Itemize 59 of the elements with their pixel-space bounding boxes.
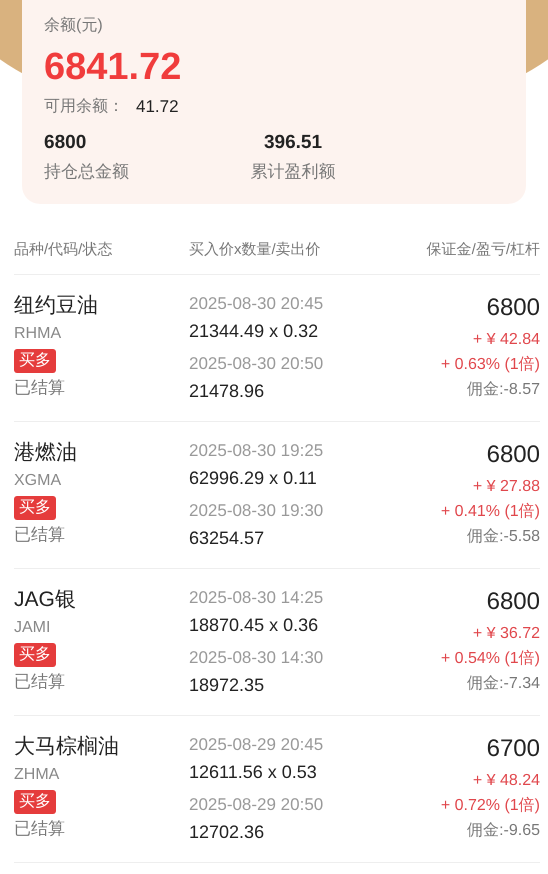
product-code: ZHMA — [14, 765, 60, 785]
order-status: 已结算 — [14, 524, 65, 546]
margin-amount: 6700 — [486, 734, 540, 764]
sell-price: 21478.96 — [189, 380, 264, 403]
buy-time: 2025-08-30 14:25 — [189, 587, 324, 609]
profit-percent: + 0.41% (1倍) — [440, 502, 540, 522]
buy-price-quantity: 62996.29 x 0.11 — [189, 467, 317, 490]
column-header: 保证金/盈亏/杠杆 — [426, 241, 540, 258]
buy-time: 2025-08-30 20:45 — [189, 293, 324, 315]
stat-label: 持仓总金额 — [44, 161, 129, 183]
order-status: 已结算 — [14, 377, 65, 399]
direction-tag: 买多 — [14, 643, 56, 667]
sell-time: 2025-08-30 19:30 — [189, 500, 324, 522]
margin-amount: 6800 — [486, 587, 540, 617]
balance-label: 余额(元) — [44, 16, 104, 36]
buy-time: 2025-08-29 20:45 — [189, 734, 324, 756]
stat-value: 6800 — [44, 131, 86, 155]
margin-amount: 6800 — [486, 293, 540, 323]
column-header: 买入价x数量/卖出价 — [189, 241, 321, 258]
available-label: 可用余额： — [44, 96, 124, 117]
product-name: 大马棕榈油 — [14, 734, 119, 760]
profit-percent: + 0.72% (1倍) — [440, 796, 540, 816]
balance-amount: 6841.72 — [44, 45, 182, 90]
direction-tag: 买多 — [14, 790, 56, 814]
product-code: RHMA — [14, 324, 62, 344]
sell-time: 2025-08-30 20:50 — [189, 353, 324, 375]
buy-price-quantity: 21344.49 x 0.32 — [189, 320, 318, 343]
commission: 佣金:-5.58 — [467, 527, 540, 547]
product-name: 纽约豆油 — [14, 293, 98, 319]
margin-amount: 6800 — [486, 440, 540, 470]
product-name: 港燃油 — [14, 440, 77, 466]
product-code: XGMA — [14, 471, 62, 491]
commission: 佣金:-7.34 — [467, 674, 540, 694]
product-name: JAG银 — [14, 587, 76, 613]
profit-amount: + ¥ 36.72 — [472, 624, 540, 644]
product-code: JAMI — [14, 618, 50, 638]
sell-price: 63254.57 — [189, 527, 264, 550]
sell-time: 2025-08-29 20:50 — [189, 794, 324, 816]
profit-amount: + ¥ 27.88 — [472, 477, 540, 497]
commission: 佣金:-9.65 — [467, 821, 540, 841]
sell-price: 18972.35 — [189, 674, 264, 697]
sell-time: 2025-08-30 14:30 — [189, 647, 324, 669]
available-amount: 41.72 — [136, 96, 179, 118]
stat-label: 累计盈利额 — [250, 161, 336, 183]
profit-amount: + ¥ 48.24 — [472, 771, 540, 791]
buy-price-quantity: 12611.56 x 0.53 — [189, 761, 317, 784]
direction-tag: 买多 — [14, 349, 56, 373]
stat-value: 396.51 — [264, 131, 322, 155]
commission: 佣金:-8.57 — [467, 380, 540, 400]
profit-percent: + 0.54% (1倍) — [440, 648, 540, 669]
column-header: 品种/代码/状态 — [14, 241, 112, 258]
order-status: 已结算 — [14, 818, 65, 840]
direction-tag: 买多 — [14, 496, 56, 520]
buy-price-quantity: 18870.45 x 0.36 — [189, 614, 318, 637]
buy-time: 2025-08-30 19:25 — [189, 440, 324, 462]
profit-amount: + ¥ 42.84 — [472, 330, 540, 350]
profit-percent: + 0.63% (1倍) — [440, 354, 540, 375]
order-status: 已结算 — [14, 671, 65, 693]
sell-price: 12702.36 — [189, 821, 264, 844]
